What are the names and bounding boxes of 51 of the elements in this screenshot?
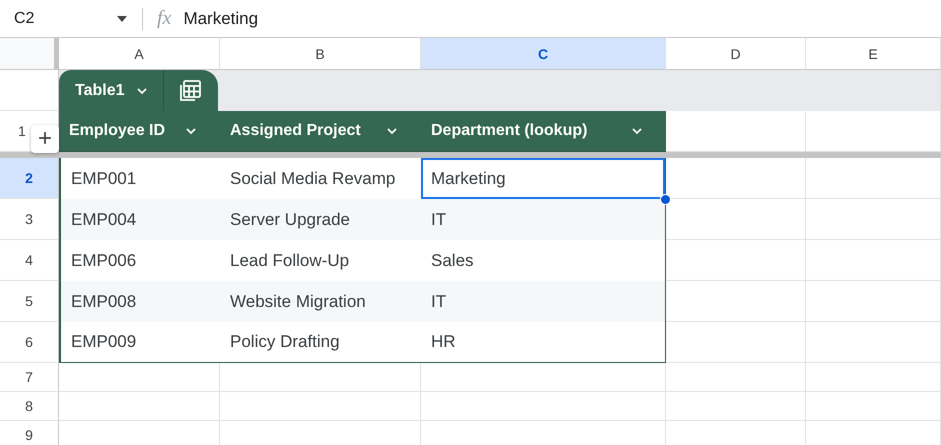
table-cell-text: Lead Follow-Up bbox=[229, 250, 350, 272]
table-cell: EMP004 bbox=[59, 199, 220, 240]
empty-cell[interactable] bbox=[421, 363, 666, 392]
table-cell: IT bbox=[421, 199, 666, 240]
select-all-corner[interactable] bbox=[0, 38, 59, 70]
table-cell: IT bbox=[421, 281, 666, 322]
function-label: fx bbox=[157, 7, 172, 30]
add-button[interactable]: + bbox=[31, 125, 59, 153]
table-cell: Marketing bbox=[421, 158, 666, 199]
column-header[interactable]: A bbox=[59, 38, 220, 70]
empty-cell[interactable] bbox=[806, 322, 941, 363]
table-cell: EMP008 bbox=[59, 281, 220, 322]
empty-cell[interactable] bbox=[806, 363, 941, 392]
table-cell: HR bbox=[421, 322, 666, 363]
column-header[interactable]: E bbox=[806, 38, 941, 70]
column-header[interactable]: C bbox=[421, 38, 666, 70]
empty-cell[interactable] bbox=[806, 158, 941, 199]
empty-cell[interactable] bbox=[220, 392, 421, 421]
table-cell: Policy Drafting bbox=[220, 322, 421, 363]
column-header[interactable]: B bbox=[220, 38, 421, 70]
empty-cell[interactable] bbox=[666, 363, 806, 392]
empty-cell[interactable] bbox=[220, 363, 421, 392]
empty-cell[interactable] bbox=[806, 392, 941, 421]
table-header[interactable]: Department (lookup) bbox=[421, 111, 666, 152]
dropdown-caret-icon[interactable] bbox=[116, 14, 128, 22]
calculator-icon[interactable] bbox=[178, 78, 202, 102]
empty-cell[interactable] bbox=[421, 392, 666, 421]
empty-cell[interactable] bbox=[666, 322, 806, 363]
empty-cell[interactable] bbox=[806, 199, 941, 240]
name-box[interactable]: C2 bbox=[0, 0, 128, 37]
column-header[interactable]: D bbox=[666, 38, 806, 70]
table-cell: Website Migration bbox=[220, 281, 421, 322]
row-header[interactable]: 8 bbox=[0, 392, 59, 421]
table-header[interactable]: Assigned Project bbox=[220, 111, 421, 152]
fill-handle[interactable] bbox=[660, 194, 671, 205]
empty-cell[interactable] bbox=[806, 240, 941, 281]
empty-cell[interactable] bbox=[806, 281, 941, 322]
row-header[interactable] bbox=[0, 70, 59, 111]
row-header[interactable]: 4 bbox=[0, 240, 59, 281]
table-cell: EMP009 bbox=[59, 322, 220, 363]
table-cell-text: Social Media Revamp bbox=[229, 168, 396, 190]
row-header[interactable]: 6 bbox=[0, 322, 59, 363]
row-header[interactable]: 2 bbox=[0, 158, 59, 199]
row-header[interactable]: 7 bbox=[0, 363, 59, 392]
row-header[interactable]: 3 bbox=[0, 199, 59, 240]
table-header[interactable]: Employee ID bbox=[59, 111, 220, 152]
empty-cell[interactable] bbox=[666, 392, 806, 421]
empty-cell[interactable] bbox=[666, 240, 806, 281]
row-header[interactable]: 5 bbox=[0, 281, 59, 322]
row-header[interactable]: 1 bbox=[18, 123, 26, 139]
table-cell: Server Upgrade bbox=[220, 199, 421, 240]
